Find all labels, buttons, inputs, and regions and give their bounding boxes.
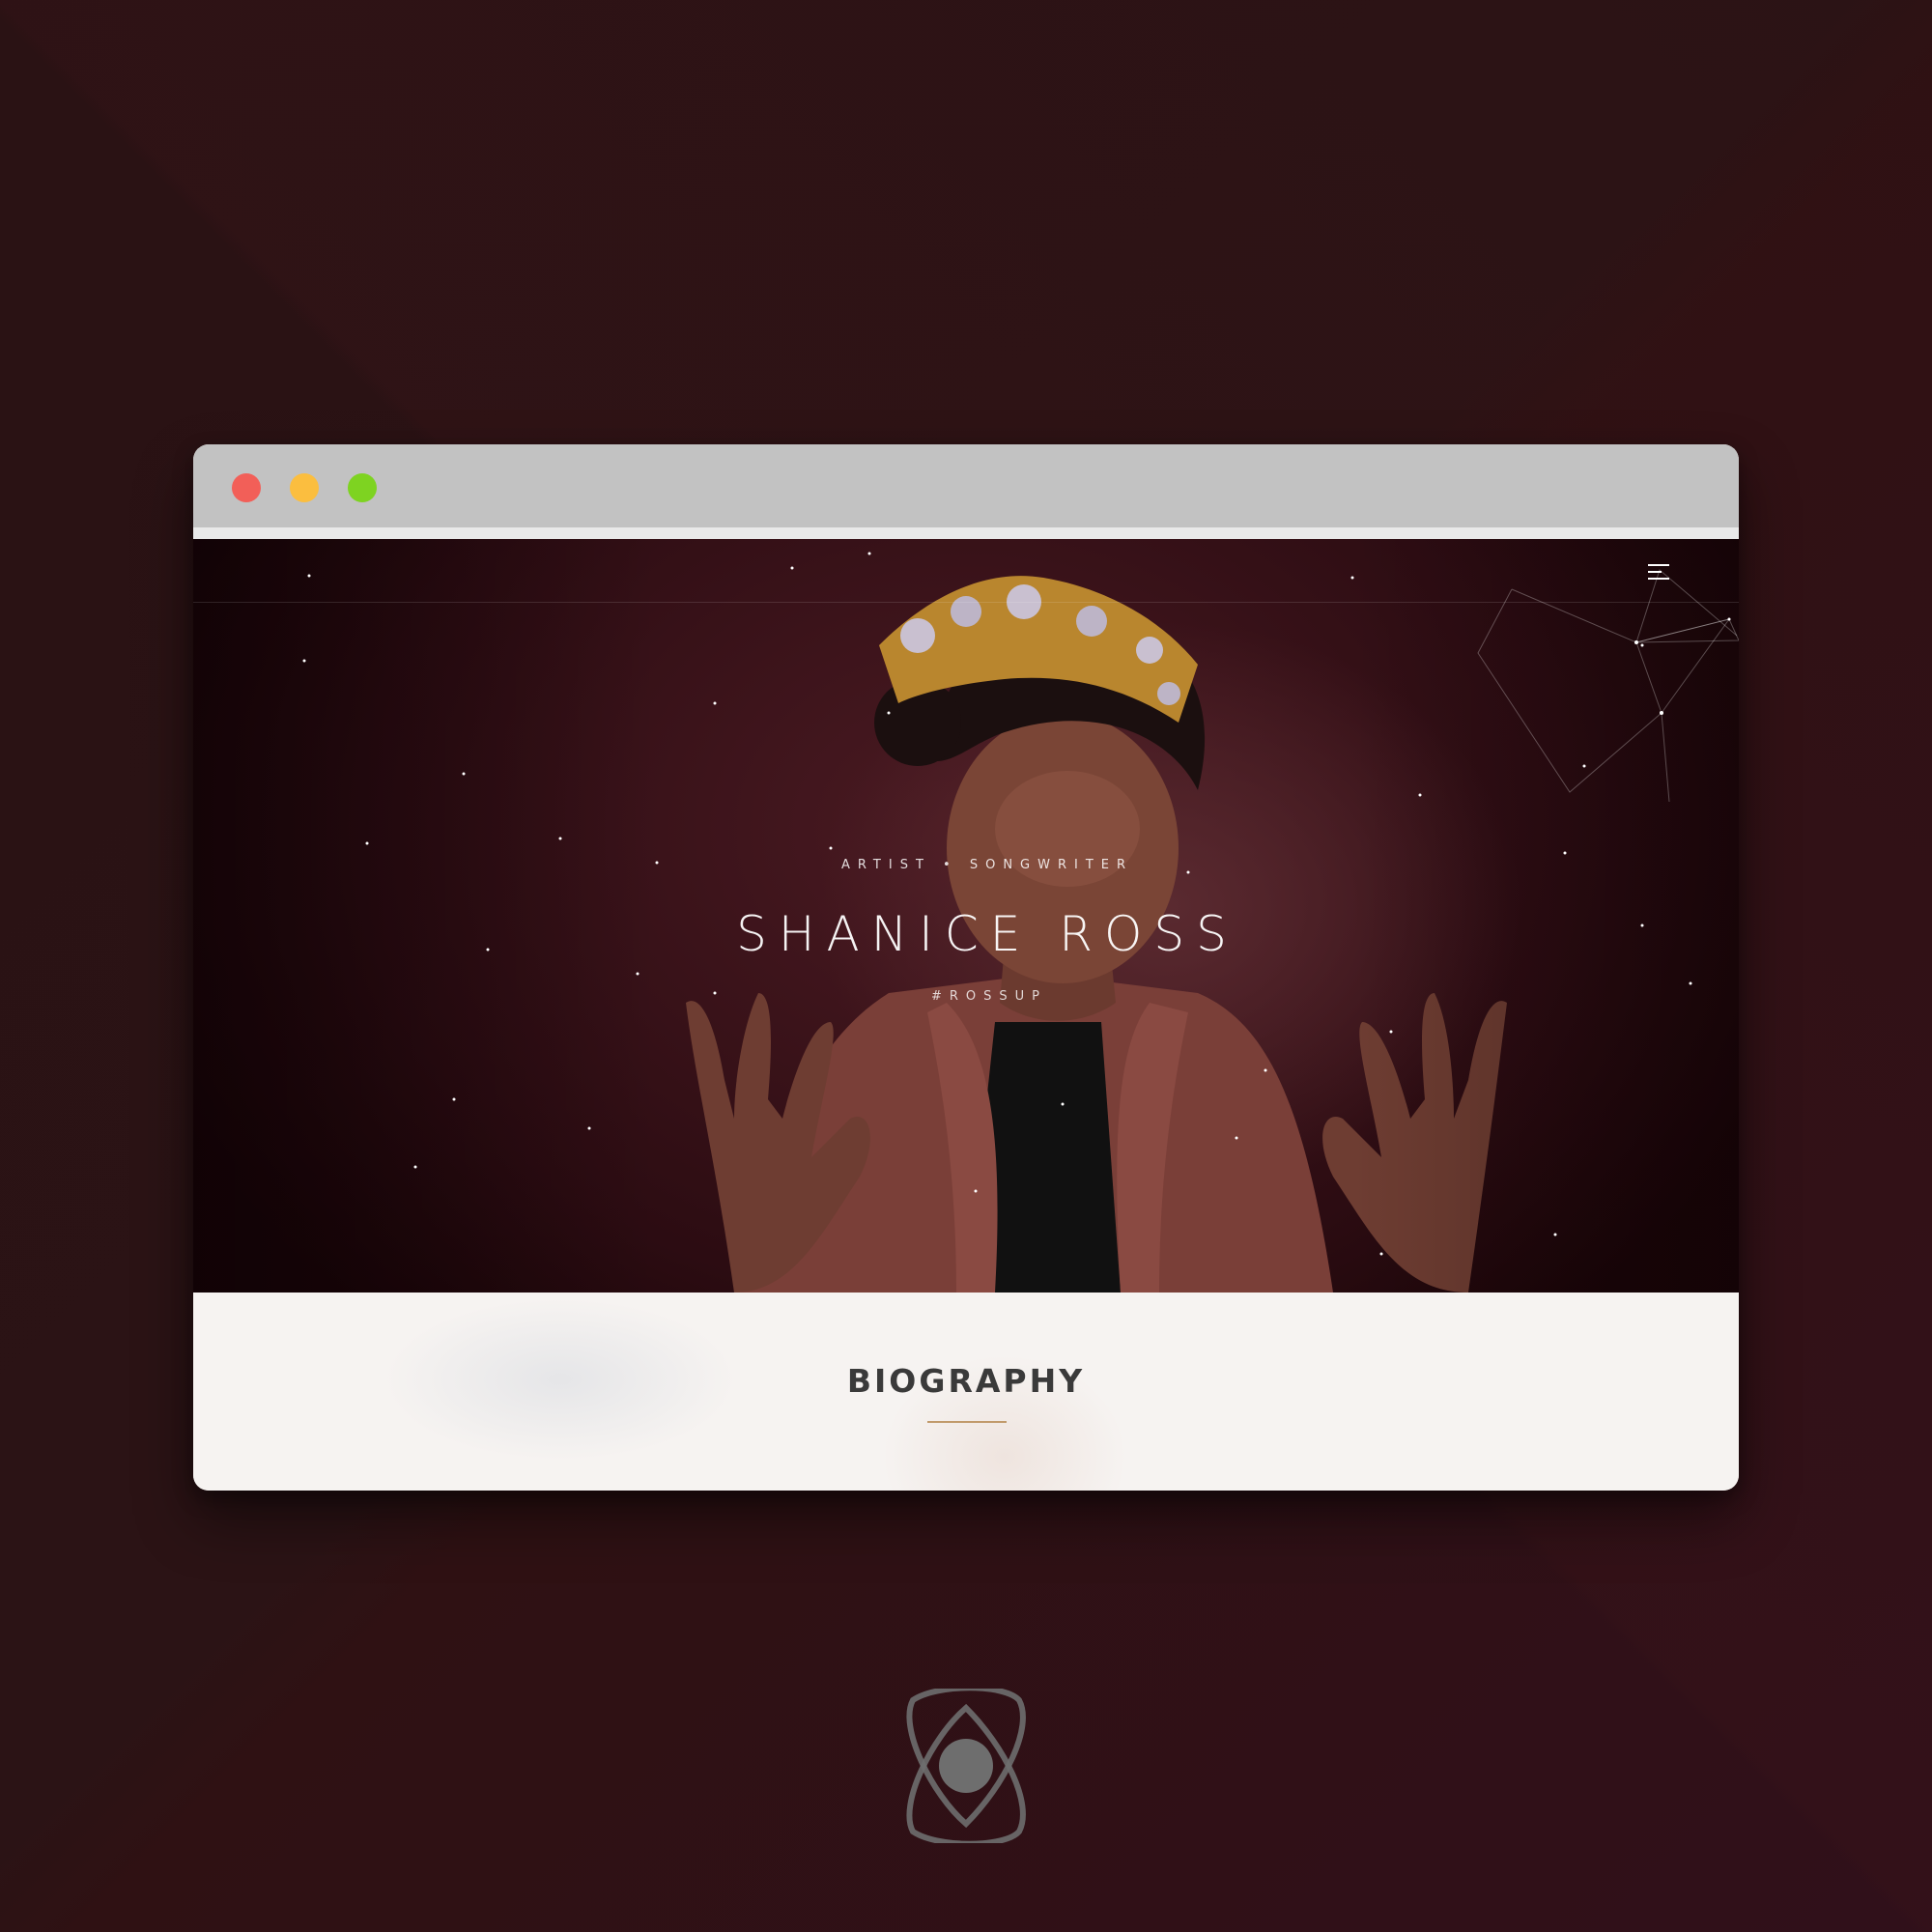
hero-hashtag: #ROSSUP [930,989,1048,1004]
close-window-button[interactable] [232,473,261,502]
hero-section: ARTIST • SONGWRITER SHANICE ROSS #ROSSUP [193,539,1739,1293]
hero-subtitle: ARTIST • SONGWRITER [840,858,1134,872]
hero-title: SHANICE ROSS [736,906,1238,962]
browser-titlebar [193,444,1739,527]
atom-logo-icon [906,1689,1026,1843]
hamburger-menu-icon[interactable] [1648,564,1673,583]
browser-window: ARTIST • SONGWRITER SHANICE ROSS #ROSSUP… [193,444,1739,1491]
biography-section: BIOGRAPHY [193,1293,1739,1491]
minimize-window-button[interactable] [290,473,319,502]
address-bar-strip [193,527,1739,539]
header-divider [193,602,1739,603]
biography-heading-underline [927,1421,1007,1423]
maximize-window-button[interactable] [348,473,377,502]
biography-heading: BIOGRAPHY [846,1362,1086,1400]
